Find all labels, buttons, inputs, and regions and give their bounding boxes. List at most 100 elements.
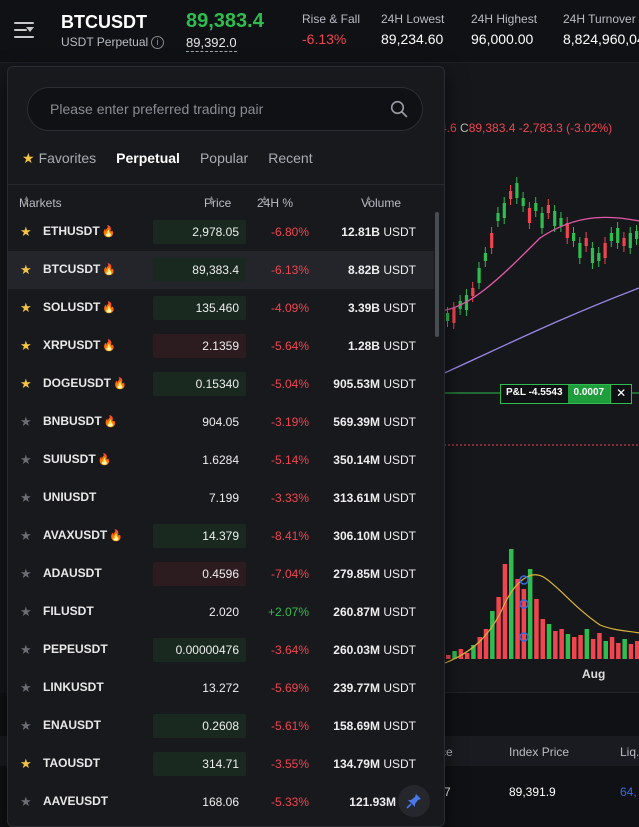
market-row-xrpusdt[interactable]: ★ XRPUSDT 🔥 2.1359 -5.64% 1.28B USDT	[8, 327, 434, 365]
favorite-star-icon[interactable]: ★	[20, 566, 32, 582]
favorite-star-icon[interactable]: ★	[20, 224, 32, 240]
market-row-uniusdt[interactable]: ★ UNIUSDT 7.199 -3.33% 313.61M USDT	[8, 479, 434, 517]
symbol-title[interactable]: BTCUSDT	[61, 12, 147, 33]
market-change: -5.69%	[270, 681, 309, 695]
market-price: 314.71	[202, 757, 239, 771]
favorite-star-icon[interactable]: ★	[20, 680, 32, 696]
sort-icon: ▲ ▼	[208, 195, 215, 207]
sort-icon: ▲ ▼	[261, 195, 268, 207]
market-change: -6.80%	[270, 225, 309, 239]
market-name: PEPEUSDT	[43, 642, 108, 656]
market-change: -3.64%	[270, 643, 309, 657]
market-name: BTCUSDT 🔥	[43, 262, 117, 276]
market-volume: 8.82B USDT	[347, 263, 416, 277]
candle	[628, 233, 632, 248]
candle	[609, 233, 613, 241]
tab-popular[interactable]: Popular	[200, 150, 248, 166]
volume-bar	[496, 597, 501, 659]
market-change: -3.19%	[270, 415, 309, 429]
candle	[635, 231, 639, 239]
search-box[interactable]	[27, 87, 423, 131]
info-icon[interactable]: i	[151, 36, 165, 49]
search-input[interactable]	[48, 88, 382, 130]
favorite-star-icon[interactable]: ★	[20, 718, 32, 734]
hot-fire-icon: 🔥	[97, 454, 112, 466]
favorite-star-icon[interactable]: ★	[20, 338, 32, 354]
candle	[597, 253, 601, 261]
market-name: LINKUSDT	[43, 680, 104, 694]
candle	[515, 183, 519, 198]
hot-fire-icon: 🔥	[103, 416, 118, 428]
market-row-filusdt[interactable]: ★ FILUSDT 2.020 +2.07% 260.87M USDT	[8, 593, 434, 631]
market-change: -5.33%	[270, 795, 309, 809]
market-volume: 306.10M USDT	[333, 529, 416, 543]
tab-recent[interactable]: Recent	[268, 150, 312, 166]
market-volume: 260.03M USDT	[333, 643, 416, 657]
favorite-star-icon[interactable]: ★	[20, 794, 32, 810]
market-row-solusdt[interactable]: ★ SOLUSDT 🔥 135.460 -4.09% 3.39B USDT	[8, 289, 434, 327]
favorite-star-icon[interactable]: ★	[20, 528, 32, 544]
market-price: 0.2608	[202, 719, 239, 733]
search-icon[interactable]	[390, 100, 408, 118]
volume-bar	[446, 655, 451, 659]
market-volume: 134.79M USDT	[333, 757, 416, 771]
market-row-avaxusdt[interactable]: ★ AVAXUSDT 🔥 14.379 -8.41% 306.10M USDT	[8, 517, 434, 555]
favorite-star-icon[interactable]: ★	[20, 300, 32, 316]
scrollbar[interactable]	[435, 212, 439, 337]
candle	[565, 223, 569, 238]
market-name: AAVEUSDT	[43, 794, 109, 808]
market-change: -5.04%	[270, 377, 309, 391]
favorite-star-icon[interactable]: ★	[20, 452, 32, 468]
market-price: 135.460	[195, 301, 239, 315]
hot-fire-icon: 🔥	[102, 264, 117, 276]
candle	[477, 268, 481, 283]
candle	[534, 203, 538, 211]
market-row-linkusdt[interactable]: ★ LINKUSDT 13.272 -5.69% 239.77M USDT	[8, 669, 434, 707]
tab-perpetual[interactable]: Perpetual	[116, 150, 180, 166]
pin-button[interactable]	[398, 785, 430, 817]
market-row-btcusdt[interactable]: ★ BTCUSDT 🔥 89,383.4 -6.13% 8.82B USDT	[8, 251, 434, 289]
sort-icon: ▲ ▼	[365, 195, 372, 207]
market-price: 2.020	[208, 605, 239, 619]
market-price: 89,383.4	[192, 263, 239, 277]
close-position-icon[interactable]: ✕	[610, 385, 631, 403]
market-row-dogeusdt[interactable]: ★ DOGEUSDT 🔥 0.15340 -5.04% 905.53M USDT	[8, 365, 434, 403]
market-row-taousdt[interactable]: ★ TAOUSDT 314.71 -3.55% 134.79M USDT	[8, 745, 434, 783]
market-change: -7.04%	[270, 567, 309, 581]
market-row-enausdt[interactable]: ★ ENAUSDT 0.2608 -5.61% 158.69M USDT	[8, 707, 434, 745]
market-name: ENAUSDT	[43, 718, 102, 732]
market-volume: 158.69M USDT	[333, 719, 416, 733]
pnl-tag[interactable]: P&L -4.5543 0.0007 ✕	[500, 384, 633, 404]
volume-bar	[590, 639, 596, 659]
candle	[496, 213, 500, 221]
favorite-star-icon[interactable]: ★	[20, 756, 32, 772]
market-volume: 569.39M USDT	[333, 415, 416, 429]
market-name: AVAXUSDT 🔥	[43, 528, 123, 542]
market-price: 14.379	[202, 529, 239, 543]
market-row-bnbusdt[interactable]: ★ BNBUSDT 🔥 904.05 -3.19% 569.39M USDT	[8, 403, 434, 441]
mark-price[interactable]: 89,392.0	[186, 35, 237, 52]
market-volume: 350.14M USDT	[333, 453, 416, 467]
market-row-ethusdt[interactable]: ★ ETHUSDT 🔥 2,978.05 -6.80% 12.81B USDT	[8, 213, 434, 251]
volume-bar	[565, 634, 571, 659]
volume-bar	[534, 599, 539, 659]
market-volume: 260.87M USDT	[333, 605, 416, 619]
favorite-star-icon[interactable]: ★	[20, 262, 32, 278]
favorite-star-icon[interactable]: ★	[20, 376, 32, 392]
market-row-suiusdt[interactable]: ★ SUIUSDT 🔥 1.6284 -5.14% 350.14M USDT	[8, 441, 434, 479]
market-row-aaveusdt[interactable]: ★AAVEUSDT168.06-5.33%121.93M US	[8, 783, 434, 821]
favorite-star-icon[interactable]: ★	[20, 490, 32, 506]
market-price: 13.272	[202, 681, 239, 695]
favorite-star-icon[interactable]: ★	[20, 414, 32, 430]
menu-icon[interactable]	[14, 22, 34, 38]
market-row-adausdt[interactable]: ★ ADAUSDT 0.4596 -7.04% 279.85M USDT	[8, 555, 434, 593]
stat-24h-low: 24H Lowest 89,234.60	[381, 12, 445, 47]
favorite-star-icon[interactable]: ★	[20, 604, 32, 620]
market-price: 904.05	[202, 415, 239, 429]
market-row-pepeusdt[interactable]: ★ PEPEUSDT 0.00000476 -3.64% 260.03M USDT	[8, 631, 434, 669]
favorite-star-icon[interactable]: ★	[20, 642, 32, 658]
market-price: 1.6284	[202, 453, 239, 467]
market-price: 0.15340	[195, 377, 239, 391]
tab-favorites[interactable]: ★ Favorites	[22, 150, 96, 167]
candle	[502, 203, 506, 218]
